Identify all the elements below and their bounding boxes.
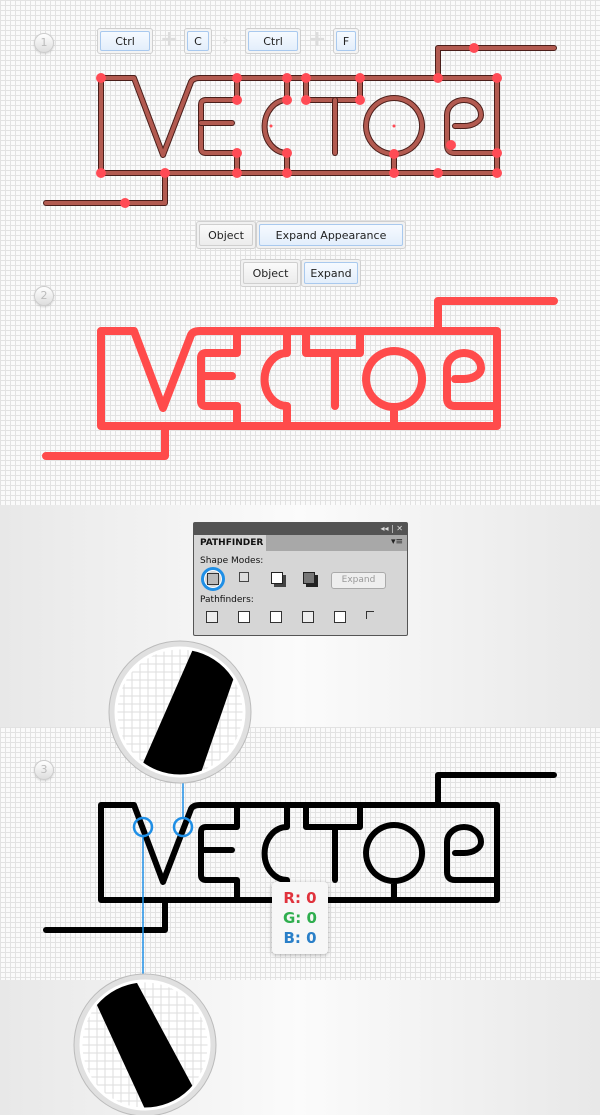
letter-path: [303, 802, 363, 830]
center-point: [392, 124, 396, 128]
anchor-point: [469, 43, 479, 53]
anchor-point: [96, 73, 106, 83]
path-stroke-outline: [43, 45, 557, 206]
letter-path: [363, 822, 426, 903]
divide-icon[interactable]: [206, 611, 218, 623]
letter-path: [262, 76, 289, 175]
magnifier-top: [108, 640, 252, 784]
path-stroke-outline: [261, 75, 290, 176]
letter-path: [44, 46, 556, 205]
expand-button[interactable]: Expand: [331, 572, 386, 589]
center-point: [269, 124, 273, 128]
vector-expanded-step2: [42, 297, 558, 460]
letter-path: [443, 349, 501, 410]
anchor-point: [282, 73, 292, 83]
unite-icon: [207, 573, 219, 585]
anchor-point: [301, 95, 311, 105]
tab-pathfinder[interactable]: PATHFINDER: [194, 535, 266, 551]
minus-back-icon[interactable]: [366, 611, 374, 619]
exclude-icon[interactable]: [303, 572, 315, 584]
anchor-point: [282, 168, 292, 178]
minus-front-icon[interactable]: [239, 572, 249, 582]
anchor-point: [282, 95, 292, 105]
anchor-point: [301, 73, 311, 83]
anchor-point: [446, 140, 456, 150]
anchor-point: [232, 95, 242, 105]
anchor-point: [433, 168, 443, 178]
anchor-point: [282, 148, 292, 158]
anchor-point: [389, 149, 399, 159]
close-icon[interactable]: ✕: [396, 524, 403, 533]
merge-icon[interactable]: [270, 611, 282, 623]
path-stroke-outline: [303, 75, 363, 103]
magnifier-bottom: [73, 973, 217, 1115]
anchor-point: [96, 168, 106, 178]
crop-icon[interactable]: [302, 611, 314, 623]
letter-path: [304, 76, 362, 102]
intersect-icon[interactable]: [271, 572, 283, 584]
panel-menu-icon[interactable]: ▾≡: [391, 537, 403, 547]
letter-path: [260, 327, 291, 430]
anchor-point: [492, 148, 502, 158]
anchor-point: [389, 168, 399, 178]
anchor-point: [232, 148, 242, 158]
green-value: G: 0: [283, 909, 317, 927]
pathfinders-label: Pathfinders:: [200, 595, 254, 605]
blue-value: B: 0: [283, 929, 317, 947]
color-readout: R: 0 G: 0 B: 0: [272, 882, 328, 954]
outline-icon[interactable]: [334, 611, 346, 623]
anchor-point: [232, 168, 242, 178]
shape-modes-label: Shape Modes:: [200, 556, 264, 566]
red-value: R: 0: [283, 889, 317, 907]
anchor-point: [160, 168, 170, 178]
anchor-point: [232, 73, 242, 83]
anchor-point: [120, 198, 130, 208]
trim-icon[interactable]: [238, 611, 250, 623]
anchor-point: [433, 73, 443, 83]
anchor-point: [492, 73, 502, 83]
anchor-point: [355, 95, 365, 105]
letter-path: [444, 824, 500, 883]
anchor-point: [355, 73, 365, 83]
collapse-icon[interactable]: ◂◂: [380, 524, 388, 533]
letter-path: [362, 347, 427, 430]
pathfinder-panel: ◂◂ | ✕ PATHFINDER ▾≡ Shape Modes: Pathfin…: [193, 522, 408, 636]
anchor-point: [492, 168, 502, 178]
panel-titlebar: ◂◂ | ✕: [194, 523, 407, 535]
vector-outline-step1: [43, 43, 557, 208]
